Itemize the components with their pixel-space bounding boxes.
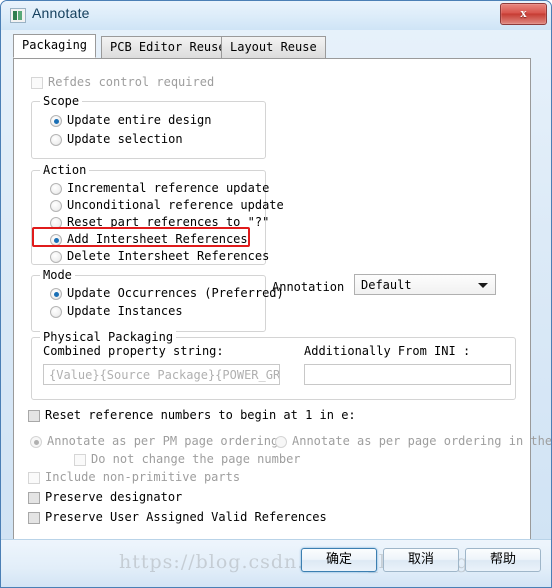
mode-legend: Mode [40,268,75,282]
action-group: Action Incremental reference update Unco… [31,163,284,265]
radio-reset-part-references-label: Reset part references to "?" [67,215,270,229]
scope-group: Scope Update entire design Update select… [31,94,266,159]
radio-add-intersheet-references-label: Add Intersheet References [67,232,248,246]
reset-reference-numbers-label: Reset reference numbers to begin at 1 in… [45,408,356,422]
additionally-from-ini-input[interactable] [304,364,511,385]
tab-pcb-editor-reuse[interactable]: PCB Editor Reuse [101,36,235,58]
dialog-footer: https://blog.csdn.net/sy_lizhuang 确定 取消 … [1,539,551,587]
tab-layout-reuse-label: Layout Reuse [230,40,317,54]
preserve-designator-label: Preserve designator [45,490,183,504]
radio-delete-intersheet-references-label: Delete Intersheet References [67,249,270,263]
cancel-button[interactable]: 取消 [383,548,459,572]
radio-dot [50,251,62,263]
checkbox-box [28,492,40,504]
annotate-dialog: Annotate x Packaging PCB Editor Reuse La… [0,0,552,588]
radio-annotate-page-ordering-title-label: Annotate as per page ordering in the ti [292,434,552,448]
window-title: Annotate [32,5,90,21]
mode-group: Mode Update Occurrences (Preferred) Upda… [31,268,284,332]
include-non-primitive-parts-label: Include non-primitive parts [45,470,241,484]
annotation-select[interactable]: Default [354,274,496,295]
radio-dot [50,183,62,195]
combined-property-string-label: Combined property string: [43,344,224,358]
combined-property-string-input[interactable]: {Value}{Source Package}{POWER_GROUP} [43,364,280,385]
tab-packaging-label: Packaging [22,38,88,52]
checkbox-box [28,472,40,484]
additionally-from-ini-label: Additionally From INI : [304,344,471,358]
refdes-control-label: Refdes control required [48,75,215,89]
do-not-change-page-number-label: Do not change the page number [91,452,301,466]
radio-update-entire-design-label: Update entire design [67,113,212,127]
radio-annotate-pm-page-ordering-label: Annotate as per PM page ordering [47,434,279,448]
tab-pcb-editor-reuse-label: PCB Editor Reuse [110,40,226,54]
preserve-user-assigned-label: Preserve User Assigned Valid References [45,510,327,524]
checkbox-box [28,410,40,422]
radio-dot [50,306,62,318]
radio-unconditional-reference-update-label: Unconditional reference update [67,198,284,212]
annotation-value: Default [361,278,412,292]
physical-packaging-legend: Physical Packaging [40,330,177,344]
radio-dot [50,115,62,127]
radio-incremental-reference-update-label: Incremental reference update [67,181,270,195]
radio-dot [275,436,287,448]
action-legend: Action [40,163,90,177]
checkbox-box [74,454,86,466]
annotation-label: Annotation [272,280,345,294]
radio-dot [50,288,62,300]
radio-dot [50,234,62,246]
help-button[interactable]: 帮助 [465,548,541,572]
radio-dot [50,200,62,212]
radio-update-occurrences-label: Update Occurrences (Preferred) [67,286,284,300]
scope-legend: Scope [40,94,83,108]
radio-update-selection-label: Update selection [67,132,183,146]
radio-dot [50,134,62,146]
radio-dot [30,436,42,448]
title-bar: Annotate x [1,1,551,30]
app-icon [10,8,26,23]
physical-packaging-group: Physical Packaging Combined property str… [31,330,516,400]
checkbox-box [28,512,40,524]
ok-button[interactable]: 确定 [301,548,377,572]
close-button[interactable]: x [500,3,547,25]
radio-update-instances-label: Update Instances [67,304,183,318]
checkbox-box [31,77,43,89]
close-icon: x [520,5,527,20]
tab-layout-reuse[interactable]: Layout Reuse [221,36,326,58]
tab-packaging[interactable]: Packaging [13,34,97,58]
packaging-tab-page: Refdes control required Scope Update ent… [13,58,551,541]
chevron-down-icon [478,283,488,288]
radio-dot [50,217,62,229]
